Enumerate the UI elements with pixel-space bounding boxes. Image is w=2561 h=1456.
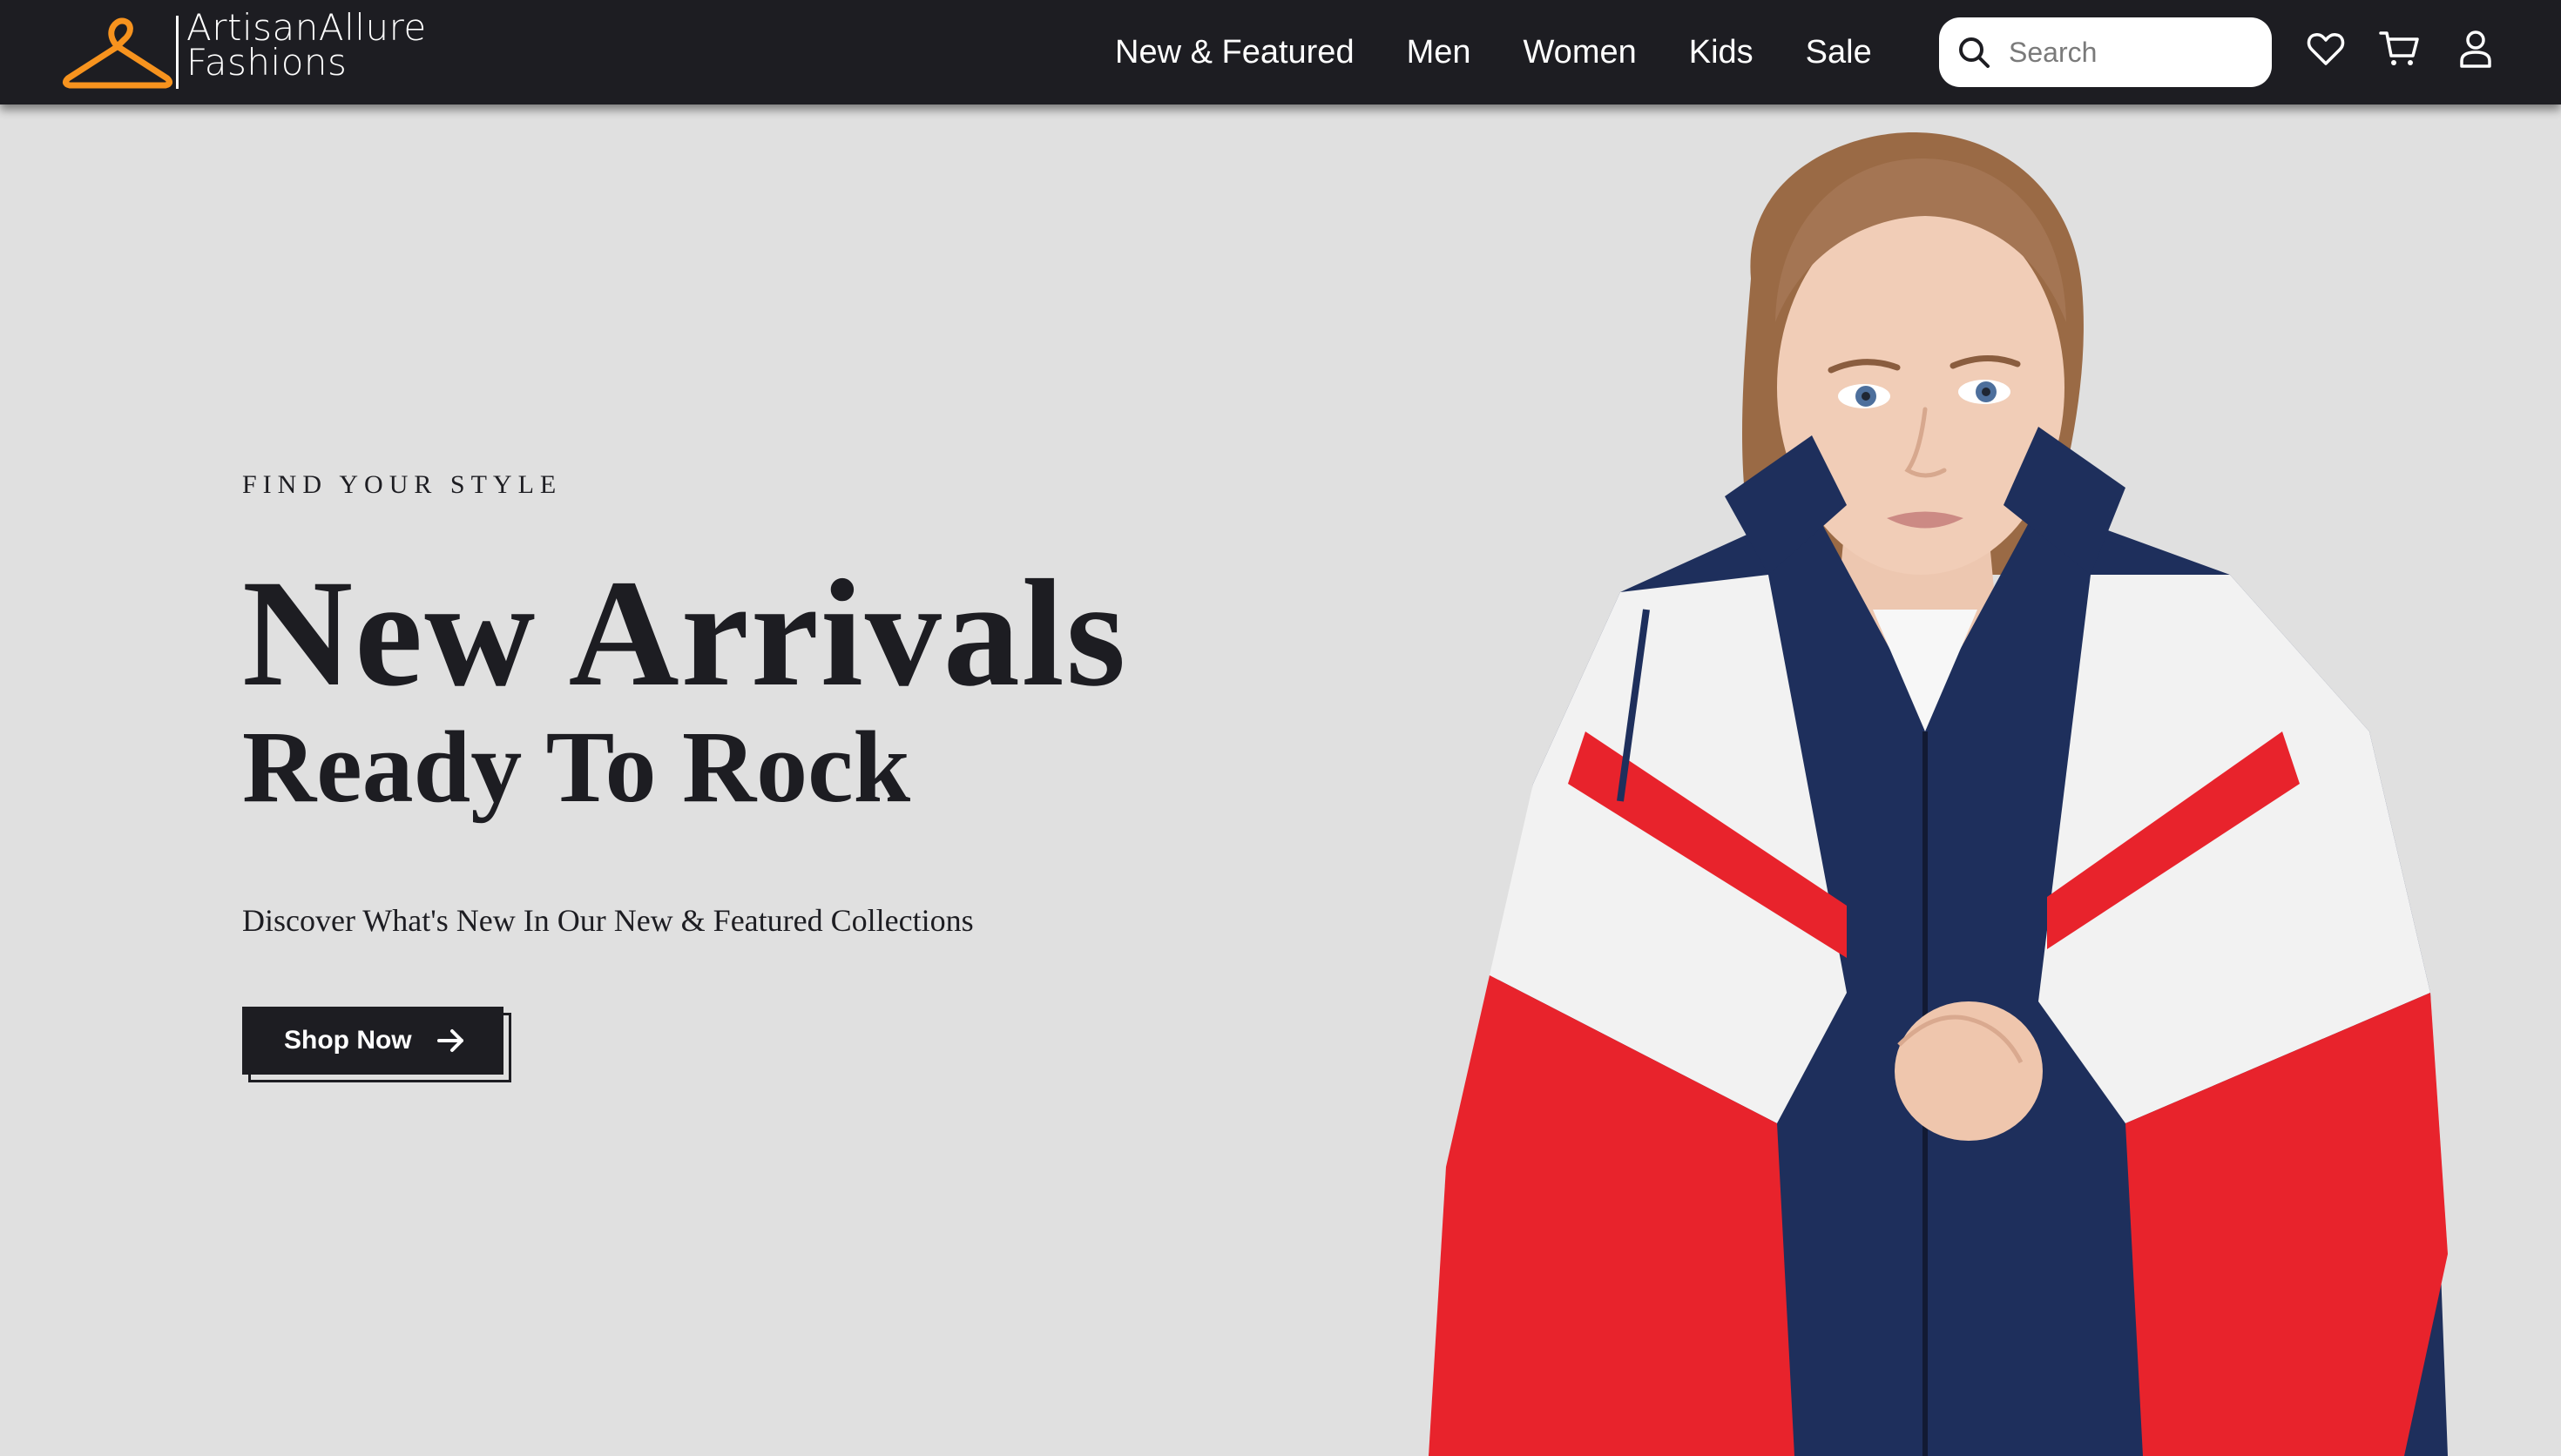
nav-link-kids[interactable]: Kids bbox=[1689, 34, 1754, 71]
search-input[interactable] bbox=[2009, 31, 2253, 73]
hero-model-image bbox=[1429, 131, 2448, 1456]
hanger-icon bbox=[62, 17, 172, 89]
shop-now-button[interactable]: Shop Now bbox=[242, 1007, 503, 1075]
top-navbar: ArtisanAllure Fashions New & Featured Me… bbox=[0, 0, 2561, 104]
brand-line-2: Fashions bbox=[186, 41, 348, 84]
cart-icon[interactable] bbox=[2378, 28, 2420, 70]
nav-link-sale[interactable]: Sale bbox=[1806, 34, 1872, 71]
main-nav: New & Featured Men Women Kids Sale bbox=[1115, 0, 1924, 104]
nav-link-new-featured[interactable]: New & Featured bbox=[1115, 34, 1355, 71]
hero-headline: New Arrivals bbox=[242, 549, 1128, 718]
nav-link-men[interactable]: Men bbox=[1407, 34, 1471, 71]
brand-line-1: ArtisanAllure bbox=[186, 6, 427, 49]
hero-subheadline: Ready To Rock bbox=[242, 710, 911, 824]
shop-now-label: Shop Now bbox=[284, 1026, 412, 1055]
brand-logo[interactable]: ArtisanAllure Fashions bbox=[61, 10, 427, 94]
search-icon[interactable] bbox=[1956, 35, 1991, 70]
heart-icon[interactable] bbox=[2305, 28, 2347, 70]
arrow-right-icon bbox=[436, 1029, 463, 1052]
user-icon[interactable] bbox=[2455, 28, 2497, 70]
search-box[interactable] bbox=[1939, 17, 2272, 87]
logo-divider bbox=[176, 16, 179, 89]
brand-name: ArtisanAllure Fashions bbox=[186, 6, 427, 84]
hero-description: Discover What's New In Our New & Feature… bbox=[242, 903, 974, 938]
hero-eyebrow: FIND YOUR STYLE bbox=[242, 470, 563, 499]
nav-link-women[interactable]: Women bbox=[1524, 34, 1637, 71]
hero-copy: FIND YOUR STYLE New Arrivals Ready To Ro… bbox=[242, 470, 1375, 1075]
